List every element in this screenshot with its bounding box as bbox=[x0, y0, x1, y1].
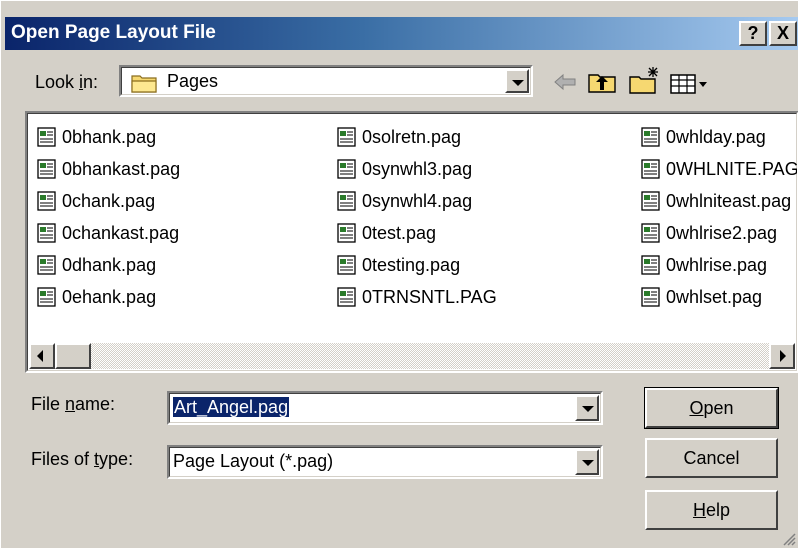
file-list[interactable]: 0bhank.pag 0bhankast.pag 0chank.pag 0chanka… bbox=[25, 111, 798, 373]
file-item-name: 0ehank.pag bbox=[62, 287, 157, 307]
look-in-dropdown[interactable]: Pages bbox=[119, 65, 533, 97]
file-item-name: 0solretn.pag bbox=[362, 127, 462, 147]
page-file-icon bbox=[337, 287, 356, 307]
file-item-name: 0TRNSNTL.PAG bbox=[362, 287, 497, 307]
file-item-name: 0testing.pag bbox=[362, 255, 461, 275]
new-folder-icon[interactable] bbox=[627, 65, 661, 99]
page-file-icon bbox=[37, 191, 56, 211]
horizontal-scrollbar[interactable] bbox=[29, 343, 795, 369]
page-file-icon bbox=[641, 223, 660, 243]
file-type-dropdown-arrow[interactable] bbox=[575, 449, 599, 475]
open-button[interactable]: Open bbox=[644, 387, 779, 429]
file-type-dropdown[interactable]: Page Layout (*.pag) bbox=[167, 445, 603, 479]
page-file-icon bbox=[37, 255, 56, 275]
folder-icon bbox=[131, 75, 157, 93]
page-file-icon bbox=[337, 191, 356, 211]
file-type-label: Files of type: bbox=[31, 449, 134, 469]
file-name-dropdown-arrow[interactable] bbox=[575, 395, 599, 421]
page-file-icon bbox=[337, 127, 356, 147]
file-item-name: 0synwhl3.pag bbox=[362, 159, 473, 179]
page-file-icon bbox=[641, 255, 660, 275]
title-bar[interactable]: Open Page Layout File ? X bbox=[5, 17, 798, 50]
file-item-name: 0chankast.pag bbox=[62, 223, 180, 243]
help-title-button[interactable]: ? bbox=[739, 21, 767, 46]
file-name-label: File name: bbox=[31, 394, 116, 414]
window-title: Open Page Layout File bbox=[11, 22, 216, 43]
page-file-icon bbox=[337, 223, 356, 243]
page-file-icon bbox=[337, 255, 356, 275]
file-item-name: 0chank.pag bbox=[62, 191, 156, 211]
look-in-value: Pages bbox=[167, 71, 219, 91]
file-item-name: 0dhank.pag bbox=[62, 255, 157, 275]
cancel-button[interactable]: Cancel bbox=[645, 438, 778, 478]
file-item-name: 0test.pag bbox=[362, 223, 437, 243]
page-file-icon bbox=[641, 159, 660, 179]
page-file-icon bbox=[337, 159, 356, 179]
file-item-name: 0whlniteast.pag bbox=[666, 191, 792, 211]
file-item-name: 0bhank.pag bbox=[62, 127, 157, 147]
page-file-icon bbox=[37, 159, 56, 179]
file-item-name: 0bhankast.pag bbox=[62, 159, 181, 179]
look-in-dropdown-arrow[interactable] bbox=[505, 69, 529, 93]
open-file-dialog: Open Page Layout File ? X Look in: Pages bbox=[0, 0, 798, 548]
file-type-value: Page Layout (*.pag) bbox=[173, 451, 334, 471]
help-button[interactable]: Help bbox=[645, 490, 778, 530]
back-arrow-icon[interactable] bbox=[549, 65, 583, 99]
page-file-icon bbox=[641, 191, 660, 211]
file-item-name: 0whlrise2.pag bbox=[666, 223, 778, 243]
page-file-icon bbox=[641, 287, 660, 307]
file-item-name: 0whlset.pag bbox=[666, 287, 763, 307]
page-file-icon bbox=[37, 223, 56, 243]
scroll-thumb[interactable] bbox=[55, 343, 91, 369]
view-menu-icon[interactable] bbox=[667, 65, 711, 99]
page-file-icon bbox=[641, 127, 660, 147]
scroll-left-button[interactable] bbox=[29, 343, 55, 369]
file-name-field[interactable]: Art_Angel.pag bbox=[167, 391, 603, 425]
close-icon: X bbox=[776, 23, 789, 43]
file-item-name: 0WHLNITE.PAG bbox=[666, 159, 798, 179]
file-name-value: Art_Angel.pag bbox=[173, 397, 290, 417]
look-in-label: Look in: bbox=[35, 72, 99, 92]
up-folder-icon[interactable] bbox=[585, 65, 619, 99]
resize-grip-icon[interactable] bbox=[780, 530, 796, 546]
scroll-right-button[interactable] bbox=[769, 343, 795, 369]
help-icon: ? bbox=[747, 23, 759, 43]
page-file-icon bbox=[37, 287, 56, 307]
file-item-name: 0synwhl4.pag bbox=[362, 191, 473, 211]
page-file-icon bbox=[37, 127, 56, 147]
file-item-name: 0whlday.pag bbox=[666, 127, 766, 147]
file-item-name: 0whlrise.pag bbox=[666, 255, 768, 275]
close-button[interactable]: X bbox=[769, 21, 797, 46]
